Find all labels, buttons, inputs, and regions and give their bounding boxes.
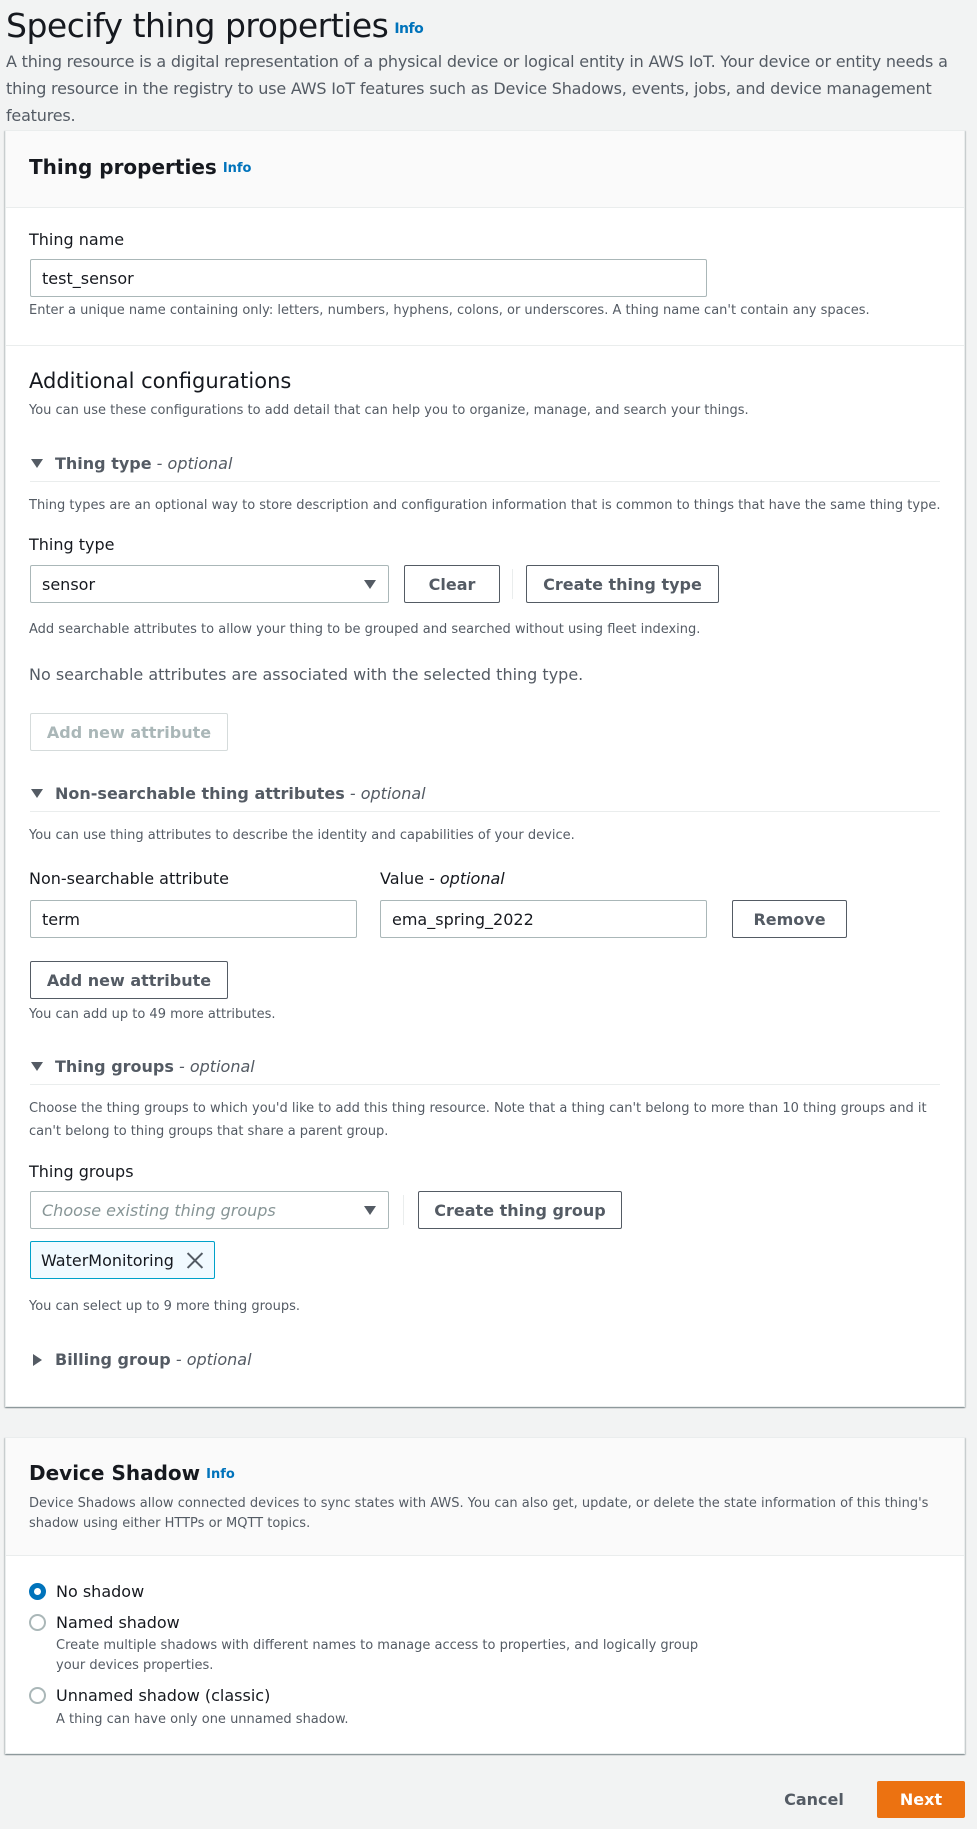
- billing-group-expander[interactable]: Billing group - optional: [31, 1350, 252, 1369]
- device-shadow-card: Device Shadow Info Device Shadows allow c…: [5, 1437, 965, 1754]
- thing-groups-expander[interactable]: Thing groups - optional: [31, 1057, 255, 1076]
- create-thing-type-button[interactable]: Create thing type: [526, 565, 719, 603]
- named-shadow-description: Create multiple shadows with different n…: [56, 1638, 699, 1673]
- non-searchable-expander[interactable]: Non-searchable thing attributes - option…: [31, 784, 426, 803]
- shadow-option-unnamed-shadow[interactable]: Unnamed shadow (classic): [29, 1686, 270, 1705]
- thing-properties-info-link[interactable]: Info: [223, 161, 252, 176]
- attribute-limit-hint: You can add up to 49 more attributes.: [29, 1007, 276, 1022]
- page-description: A thing resource is a digital representa…: [6, 52, 948, 125]
- add-searchable-attribute-button[interactable]: Add new attribute: [30, 713, 228, 751]
- device-shadow-info-link[interactable]: Info: [206, 1467, 235, 1482]
- thing-groups-description: Choose the thing groups to which you'd l…: [29, 1101, 927, 1139]
- caret-right-icon: [33, 1353, 42, 1366]
- thing-type-select[interactable]: sensor: [30, 565, 389, 603]
- optional-tag: optional: [360, 784, 426, 803]
- optional-tag: optional: [189, 1057, 255, 1076]
- clear-thing-type-button[interactable]: Clear: [404, 565, 500, 603]
- page-info-link[interactable]: Info: [394, 21, 423, 37]
- shadow-option-no-shadow[interactable]: No shadow: [29, 1582, 144, 1601]
- thing-type-expander[interactable]: Thing type - optional: [31, 454, 232, 473]
- button-separator: [403, 1195, 404, 1225]
- device-shadow-description: Device Shadows allow connected devices t…: [29, 1496, 929, 1531]
- thing-type-label: Thing type: [29, 535, 115, 554]
- radio-named-shadow[interactable]: [29, 1614, 46, 1631]
- attribute-value-label: Value - optional: [380, 869, 505, 888]
- section-divider: [6, 345, 964, 346]
- next-button[interactable]: Next: [877, 1781, 965, 1818]
- shadow-option-named-shadow[interactable]: Named shadow: [29, 1613, 180, 1632]
- dropdown-caret-icon: [364, 580, 376, 589]
- cancel-button[interactable]: Cancel: [770, 1781, 858, 1818]
- remove-token-icon[interactable]: [186, 1251, 204, 1269]
- add-attribute-button[interactable]: Add new attribute: [30, 961, 228, 999]
- radio-unnamed-shadow[interactable]: [29, 1687, 46, 1704]
- thing-properties-card: Thing properties Info Thing name test_sen…: [5, 130, 965, 1407]
- expander-divider: [30, 481, 940, 482]
- additional-config-title: Additional configurations: [29, 369, 292, 393]
- searchable-attributes-hint: Add searchable attributes to allow your …: [29, 622, 701, 637]
- expander-divider: [30, 1084, 940, 1085]
- caret-down-icon: [31, 789, 43, 798]
- thing-groups-limit-hint: You can select up to 9 more thing groups…: [29, 1299, 301, 1314]
- expander-divider: [30, 811, 940, 812]
- thing-name-label: Thing name: [29, 230, 125, 249]
- thing-properties-title: Thing properties Info: [29, 155, 252, 179]
- caret-down-icon: [31, 1062, 43, 1071]
- attribute-key-label: Non-searchable attribute: [29, 869, 229, 888]
- attribute-value-input[interactable]: ema_spring_2022: [380, 900, 707, 938]
- unnamed-shadow-description: A thing can have only one unnamed shadow…: [56, 1712, 349, 1727]
- caret-down-icon: [31, 459, 43, 468]
- thing-group-token: WaterMonitoring: [30, 1241, 215, 1279]
- no-searchable-attributes-text: No searchable attributes are associated …: [29, 665, 584, 684]
- device-shadow-header: Device Shadow Info Device Shadows allow c…: [6, 1438, 964, 1556]
- button-separator: [512, 569, 513, 599]
- thing-properties-header: Thing properties Info: [6, 131, 964, 208]
- create-thing-group-button[interactable]: Create thing group: [418, 1191, 622, 1229]
- page-title: Specify thing properties Info: [6, 6, 424, 45]
- attribute-key-input[interactable]: term: [30, 900, 357, 938]
- non-searchable-description: You can use thing attributes to describe…: [29, 828, 575, 843]
- thing-type-description: Thing types are an optional way to store…: [29, 498, 941, 513]
- device-shadow-title: Device Shadow Info: [29, 1461, 235, 1485]
- additional-config-description: You can use these configurations to add …: [29, 403, 749, 418]
- radio-no-shadow[interactable]: [29, 1583, 46, 1600]
- thing-groups-label: Thing groups: [29, 1162, 134, 1181]
- thing-groups-select[interactable]: Choose existing thing groups: [30, 1191, 389, 1229]
- remove-attribute-button[interactable]: Remove: [732, 900, 847, 938]
- thing-name-input[interactable]: test_sensor: [30, 259, 707, 297]
- dropdown-caret-icon: [364, 1206, 376, 1215]
- optional-tag: optional: [186, 1350, 252, 1369]
- optional-tag: optional: [167, 454, 233, 473]
- thing-name-hint: Enter a unique name containing only: let…: [29, 303, 870, 318]
